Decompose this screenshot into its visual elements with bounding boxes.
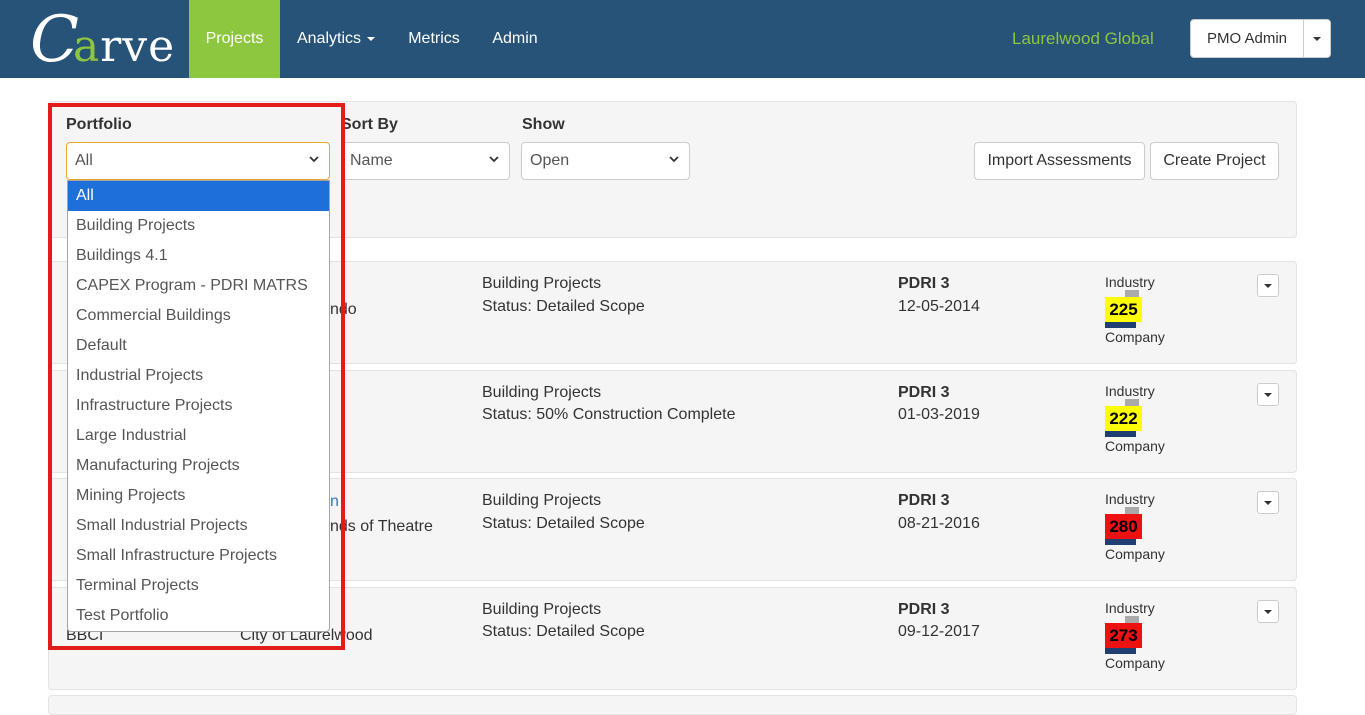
portfolio-option-small-infrastructure-projects[interactable]: Small Infrastructure Projects (68, 541, 329, 571)
project-portfolio: Building Projects (482, 384, 602, 401)
row-menu-button[interactable] (1257, 383, 1279, 406)
portfolio-option-mining-projects[interactable]: Mining Projects (68, 481, 329, 511)
caret-down-icon (1264, 283, 1272, 288)
project-name-link-partial[interactable]: n (330, 493, 339, 511)
user-menu-button[interactable]: PMO Admin (1190, 19, 1331, 58)
project-portfolio: Building Projects (482, 601, 602, 618)
project-status: Status: Detailed Scope (482, 298, 645, 315)
project-date: 09-12-2017 (898, 623, 980, 640)
show-select-value: Open (530, 152, 570, 169)
industry-bar (1125, 399, 1139, 406)
score-gauge: Industry 225 Company (1105, 274, 1185, 345)
portfolio-option-terminal-projects[interactable]: Terminal Projects (68, 571, 329, 601)
industry-bar (1125, 290, 1139, 297)
company-label: Company (1105, 655, 1165, 671)
portfolio-dropdown-list: All Building Projects Buildings 4.1 CAPE… (67, 180, 330, 632)
portfolio-option-industrial-projects[interactable]: Industrial Projects (68, 361, 329, 391)
nav-projects[interactable]: Projects (189, 0, 280, 78)
portfolio-select[interactable]: All (66, 142, 330, 180)
portfolio-select-value: All (75, 152, 93, 169)
show-select[interactable]: Open (521, 142, 690, 180)
company-label: Company (1105, 546, 1165, 562)
portfolio-option-commercial-buildings[interactable]: Commercial Buildings (68, 301, 329, 331)
portfolio-option-buildings-4-1[interactable]: Buildings 4.1 (68, 241, 329, 271)
nav-admin[interactable]: Admin (476, 0, 554, 78)
portfolio-option-test-portfolio[interactable]: Test Portfolio (68, 601, 329, 631)
nav-analytics-label: Analytics (296, 30, 362, 47)
nav-metrics[interactable]: Metrics (392, 0, 476, 78)
company-label: Company (1105, 438, 1165, 454)
chevron-down-icon (669, 156, 679, 163)
top-navbar: C arve Projects Analytics Metrics Admin … (0, 0, 1365, 78)
portfolio-option-all[interactable]: All (68, 181, 329, 211)
project-date: 01-03-2019 (898, 406, 980, 423)
logo-rest: rve (100, 21, 176, 72)
portfolio-option-large-industrial[interactable]: Large Industrial (68, 421, 329, 451)
chevron-down-icon (489, 156, 499, 163)
logo-wordmark: arve (73, 22, 175, 72)
company-label: Company (1105, 329, 1165, 345)
industry-label: Industry (1105, 383, 1155, 399)
logo-initial: C (30, 3, 79, 77)
pdri-score: 273 (1105, 623, 1142, 648)
user-menu-label[interactable]: PMO Admin (1191, 20, 1304, 57)
portfolio-option-small-industrial-projects[interactable]: Small Industrial Projects (68, 511, 329, 541)
pdri-score: 222 (1105, 406, 1142, 431)
project-pdri: PDRI 3 (898, 601, 950, 618)
project-client-partial: nds of Theatre (330, 518, 433, 535)
sort-by-label: Sort By (341, 116, 398, 133)
score-gauge: Industry 222 Company (1105, 383, 1185, 454)
project-status: Status: Detailed Scope (482, 515, 645, 532)
nav-analytics[interactable]: Analytics (280, 0, 392, 78)
company-bar (1105, 431, 1136, 437)
project-status: Status: Detailed Scope (482, 623, 645, 640)
industry-bar (1125, 616, 1139, 623)
industry-label: Industry (1105, 274, 1155, 290)
pdri-score: 225 (1105, 297, 1142, 322)
project-status: Status: 50% Construction Complete (482, 406, 736, 423)
portfolio-label: Portfolio (66, 116, 132, 133)
portfolio-option-capex-program[interactable]: CAPEX Program - PDRI MATRS (68, 271, 329, 301)
project-portfolio: Building Projects (482, 492, 602, 509)
project-row[interactable] (48, 695, 1297, 715)
row-menu-button[interactable] (1257, 274, 1279, 297)
carve-logo[interactable]: C arve (30, 6, 175, 72)
user-menu-toggle[interactable] (1304, 20, 1330, 57)
caret-down-icon (367, 36, 376, 41)
project-date: 12-05-2014 (898, 298, 980, 315)
create-project-button[interactable]: Create Project (1150, 142, 1279, 180)
industry-bar (1125, 507, 1139, 514)
chevron-down-icon (309, 156, 319, 163)
row-menu-button[interactable] (1257, 491, 1279, 514)
industry-label: Industry (1105, 600, 1155, 616)
caret-down-icon (1264, 500, 1272, 505)
pdri-score: 280 (1105, 514, 1142, 539)
company-bar (1105, 539, 1136, 545)
organization-name: Laurelwood Global (1012, 29, 1154, 48)
company-bar (1105, 322, 1136, 328)
project-pdri: PDRI 3 (898, 384, 950, 401)
project-date: 08-21-2016 (898, 515, 980, 532)
project-pdri: PDRI 3 (898, 492, 950, 509)
import-assessments-button[interactable]: Import Assessments (974, 142, 1145, 180)
logo-accent-letter: a (72, 21, 101, 72)
caret-down-icon (1264, 392, 1272, 397)
portfolio-option-building-projects[interactable]: Building Projects (68, 211, 329, 241)
show-label: Show (522, 116, 565, 133)
sort-by-select-value: Name (350, 152, 393, 169)
caret-down-icon (1264, 609, 1272, 614)
industry-label: Industry (1105, 491, 1155, 507)
score-gauge: Industry 280 Company (1105, 491, 1185, 562)
project-pdri: PDRI 3 (898, 275, 950, 292)
company-bar (1105, 648, 1136, 654)
portfolio-option-infrastructure-projects[interactable]: Infrastructure Projects (68, 391, 329, 421)
portfolio-option-default[interactable]: Default (68, 331, 329, 361)
caret-down-icon (1313, 36, 1321, 41)
score-gauge: Industry 273 Company (1105, 600, 1185, 671)
portfolio-option-manufacturing-projects[interactable]: Manufacturing Projects (68, 451, 329, 481)
row-menu-button[interactable] (1257, 600, 1279, 623)
sort-by-select[interactable]: Name (341, 142, 510, 180)
project-portfolio: Building Projects (482, 275, 602, 292)
project-client-partial: ndo (330, 301, 357, 318)
